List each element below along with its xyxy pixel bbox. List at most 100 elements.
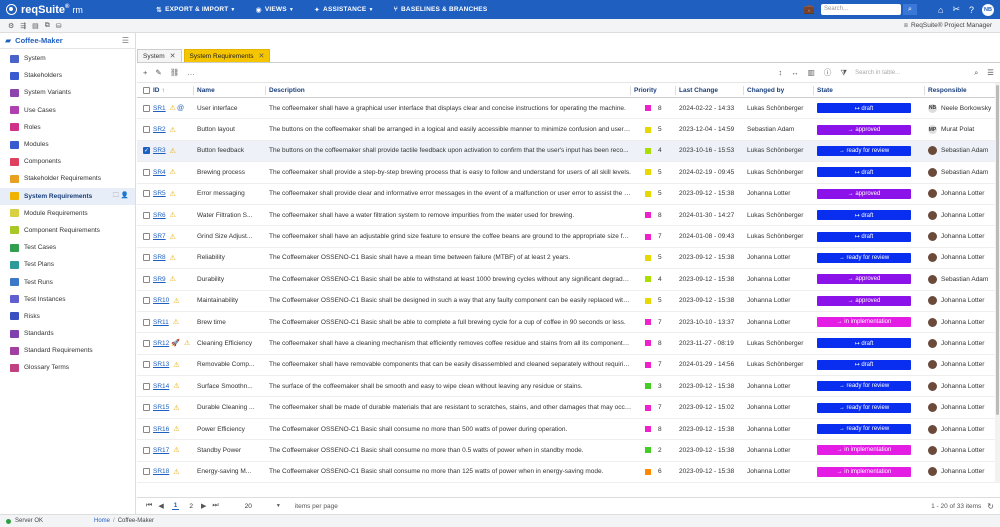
state-badge[interactable]: ↦ draft [817, 231, 911, 242]
warning-icon[interactable]: ⚠ [173, 425, 179, 433]
table-row[interactable]: SR2 ⚠ Button layout The buttons on the coff… [137, 119, 1000, 141]
requirement-id-link[interactable]: SR12 [153, 340, 169, 347]
more-icon[interactable]: … [187, 68, 195, 77]
sidebar-item-system[interactable]: System [0, 50, 135, 67]
requirement-id-link[interactable]: SR4 [153, 169, 166, 176]
state-badge[interactable]: → approved [817, 188, 911, 199]
warning-icon[interactable]: ⚠ [170, 126, 176, 134]
state-badge[interactable]: → ready for review [817, 402, 911, 413]
last-page-icon[interactable]: ⏭ [212, 502, 218, 510]
table-row[interactable]: SR10 ⚠ Maintainability The Coffeemaker OSSE… [137, 291, 1000, 312]
requirement-id-link[interactable]: SR13 [153, 361, 169, 368]
state-badge[interactable]: → in implementation [817, 445, 911, 456]
row-checkbox[interactable] [142, 126, 150, 134]
select-all-checkbox[interactable] [142, 86, 150, 94]
state-badge[interactable]: → in implementation [817, 317, 911, 328]
state-badge[interactable]: → approved [817, 124, 911, 135]
requirement-id-link[interactable]: SR11 [153, 319, 169, 326]
table-row[interactable]: SR11 ⚠ Brew time The Coffeemaker OSSENO-C1 … [137, 312, 1000, 334]
requirement-id-link[interactable]: SR18 [153, 468, 169, 475]
row-checkbox[interactable] [142, 168, 150, 176]
requirement-id-link[interactable]: SR16 [153, 426, 169, 433]
col-priority[interactable]: Priority [632, 83, 677, 97]
add-icon[interactable]: + [143, 68, 147, 77]
col-description[interactable]: Description [267, 83, 632, 97]
col-last-change[interactable]: Last Change [677, 83, 745, 97]
warning-icon[interactable]: ⚠ [170, 254, 176, 262]
warning-icon[interactable]: ⚠ [170, 233, 176, 241]
table-row[interactable]: SR7 ⚠ Grind Size Adjust... The coffeemaker … [137, 226, 1000, 248]
sidebar-item-test-plans[interactable]: Test Plans [0, 256, 135, 273]
prev-page-icon[interactable]: ◀ [158, 502, 163, 510]
help-icon[interactable]: ? [969, 5, 974, 15]
table-row[interactable]: SR4 ⚠ Brewing process The coffeemaker shall… [137, 162, 1000, 184]
table-row[interactable]: SR1 ⚠ @ User interface The coffeemaker shall… [137, 98, 1000, 120]
chevron-down-icon[interactable]: ▼ [276, 503, 281, 509]
warning-icon[interactable]: ⚠ [184, 339, 190, 347]
table-row[interactable]: SR13 ⚠ Removable Comp... The coffeemaker sh… [137, 355, 1000, 377]
next-page-icon[interactable]: ▶ [201, 502, 206, 510]
warning-icon[interactable]: ⚠ [173, 318, 179, 326]
requirement-id-link[interactable]: SR8 [153, 254, 166, 261]
topnav-views[interactable]: ◉ VIEWS ▼ [256, 6, 294, 14]
table-row[interactable]: SR8 ⚠ Reliability The Coffeemaker OSSENO-C1… [137, 248, 1000, 270]
state-badge[interactable]: → ready for review [817, 145, 911, 156]
requirement-id-link[interactable]: SR17 [153, 447, 169, 454]
requirement-id-link[interactable]: SR10 [153, 297, 169, 304]
row-checkbox[interactable] [142, 233, 150, 241]
state-badge[interactable]: → ready for review [817, 424, 911, 435]
risk-icon[interactable]: 🚀 [171, 339, 180, 347]
sidebar-item-glossary-terms[interactable]: Glossary Terms [0, 359, 135, 376]
app-logo[interactable]: reqSuite® rm [0, 4, 150, 16]
close-icon[interactable]: ✕ [259, 52, 265, 60]
table-row[interactable]: SR3 ⚠ Button feedback The buttons on the co… [137, 140, 1000, 163]
sidebar-item-component-requirements[interactable]: Component Requirements [0, 222, 135, 239]
requirement-id-link[interactable]: SR15 [153, 404, 169, 411]
row-checkbox[interactable] [142, 404, 150, 412]
table-row[interactable]: SR16 ⚠ Power Efficiency The Coffeemaker OSS… [137, 419, 1000, 441]
warning-icon[interactable]: ⚠ [173, 297, 179, 305]
table-menu-icon[interactable]: ☰ [987, 68, 994, 77]
home-icon[interactable]: ⌂ [938, 5, 943, 15]
project-name[interactable]: Coffee-Maker [15, 36, 63, 45]
state-badge[interactable]: ↦ draft [817, 103, 911, 114]
close-icon[interactable]: ✕ [170, 52, 176, 60]
col-name[interactable]: Name [195, 83, 267, 97]
row-checkbox[interactable] [142, 339, 150, 347]
row-checkbox[interactable] [142, 382, 150, 390]
refresh-icon[interactable]: ↻ [987, 502, 994, 511]
sidebar-item-standards[interactable]: Standards [0, 325, 135, 342]
global-search-input[interactable]: Search... [821, 4, 901, 15]
sidebar-item-system-variants[interactable]: System Variants [0, 84, 135, 101]
warning-icon[interactable]: ⚠ [173, 361, 179, 369]
state-badge[interactable]: → approved [817, 274, 911, 285]
hamburger-menu-icon[interactable]: ☰ [122, 36, 129, 45]
warning-icon[interactable]: ⚠ [170, 168, 176, 176]
expand-icon[interactable]: ↔ [791, 68, 799, 77]
sidebar-item-module-requirements[interactable]: Module Requirements [0, 205, 135, 222]
state-badge[interactable]: ↦ draft [817, 210, 911, 221]
row-checkbox[interactable] [142, 361, 150, 369]
warning-icon[interactable]: ⚠ [173, 404, 179, 412]
tab-system-requirements[interactable]: System Requirements ✕ [183, 49, 271, 62]
table-row[interactable]: SR6 ⚠ Water Filtration S... The coffeemaker… [137, 205, 1000, 227]
warning-icon[interactable]: ⚠ [170, 104, 176, 112]
row-checkbox[interactable] [142, 275, 150, 283]
page-2[interactable]: 2 [187, 503, 195, 510]
sort-icon[interactable]: ↕ [779, 68, 783, 77]
col-changed-by[interactable]: Changed by [745, 83, 815, 97]
table-search-input[interactable]: Search in table... [855, 70, 965, 76]
edit-icon[interactable]: ✎ [155, 68, 161, 77]
sidebar-item-test-instances[interactable]: Test Instances [0, 291, 135, 308]
table-row[interactable]: SR5 ⚠ Error messaging The coffeemaker shall… [137, 184, 1000, 205]
at-icon[interactable]: @ [177, 105, 184, 112]
filter-icon[interactable]: ⧩ [840, 68, 847, 78]
page-1[interactable]: 1 [171, 502, 180, 510]
sidebar-item-standard-requirements[interactable]: Standard Requirements [0, 342, 135, 359]
warning-icon[interactable]: ⚠ [170, 275, 176, 283]
row-checkbox[interactable] [142, 468, 150, 476]
sidebar-item-test-cases[interactable]: Test Cases [0, 239, 135, 256]
requirement-id-link[interactable]: SR1 [153, 105, 166, 112]
warning-icon[interactable]: ⚠ [170, 190, 176, 198]
row-checkbox[interactable] [142, 318, 150, 326]
